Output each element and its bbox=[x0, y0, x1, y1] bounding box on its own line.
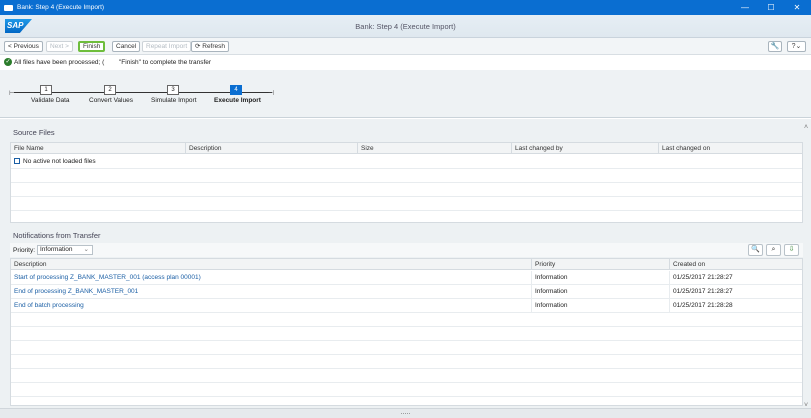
close-button[interactable]: ✕ bbox=[784, 0, 810, 15]
col-last-changed-on[interactable]: Last changed on bbox=[658, 143, 710, 154]
col-size[interactable]: Size bbox=[357, 143, 374, 154]
row-description[interactable]: End of batch processing bbox=[11, 299, 84, 313]
table-row[interactable]: End of batch processing Information 01/2… bbox=[11, 299, 802, 313]
col-file-name[interactable]: File Name bbox=[11, 143, 44, 154]
source-files-table: File Name Description Size Last changed … bbox=[10, 142, 803, 223]
row-created: 01/25/2017 21:28:27 bbox=[669, 271, 733, 285]
table-row bbox=[11, 169, 802, 183]
roadmap-end-icon: ⊣ bbox=[268, 90, 275, 97]
empty-table-text: No active not loaded files bbox=[23, 158, 96, 165]
finish-button[interactable]: Finish bbox=[78, 41, 106, 52]
table-row bbox=[11, 327, 802, 341]
info-icon bbox=[14, 158, 20, 164]
notifications-title: Notifications from Transfer bbox=[13, 231, 101, 240]
row-description[interactable]: Start of processing Z_BANK_MASTER_001 (a… bbox=[11, 271, 201, 285]
cancel-button[interactable]: Cancel bbox=[112, 41, 141, 52]
table-row bbox=[11, 383, 802, 397]
col-created-on[interactable]: Created on bbox=[669, 259, 705, 270]
sap-header: SAP Bank: Step 4 (Execute Import) bbox=[0, 15, 811, 38]
table-row[interactable]: End of processing Z_BANK_MASTER_001 Info… bbox=[11, 285, 802, 299]
table-row bbox=[11, 313, 802, 327]
table-row bbox=[11, 341, 802, 355]
page-title: Bank: Step 4 (Execute Import) bbox=[355, 22, 456, 31]
window-titlebar: Bank: Step 4 (Execute Import) — ☐ ✕ bbox=[0, 0, 811, 15]
search-icon[interactable]: 🔍 bbox=[748, 244, 763, 256]
row-description[interactable]: End of processing Z_BANK_MASTER_001 bbox=[11, 285, 138, 299]
window-title: Bank: Step 4 (Execute Import) bbox=[17, 4, 105, 11]
step-4-label[interactable]: Execute Import bbox=[214, 97, 261, 104]
table-row: No active not loaded files bbox=[11, 155, 802, 169]
row-priority: Information bbox=[531, 285, 568, 299]
source-files-header: File Name Description Size Last changed … bbox=[11, 143, 802, 154]
step-4-box[interactable]: 4 bbox=[230, 85, 242, 95]
step-2-label[interactable]: Convert Values bbox=[89, 97, 133, 104]
step-3-box[interactable]: 3 bbox=[167, 85, 179, 95]
chevron-down-icon: ⌄ bbox=[83, 246, 89, 253]
row-priority: Information bbox=[531, 299, 568, 313]
find-next-icon[interactable]: ⌕ bbox=[766, 244, 781, 256]
resize-handle[interactable]: ..... bbox=[0, 408, 811, 418]
roadmap bbox=[0, 70, 811, 118]
priority-label: Priority: bbox=[13, 247, 36, 254]
priority-value: Information bbox=[40, 246, 73, 253]
source-files-title: Source Files bbox=[13, 128, 55, 137]
table-row bbox=[11, 197, 802, 211]
export-icon[interactable]: ⇩ bbox=[784, 244, 799, 256]
step-3-label[interactable]: Simulate Import bbox=[151, 97, 197, 104]
table-row bbox=[11, 183, 802, 197]
notifications-table: Description Priority Created on Start of… bbox=[10, 258, 803, 406]
row-priority: Information bbox=[531, 271, 568, 285]
repeat-import-button[interactable]: Repeat Import bbox=[142, 41, 192, 52]
table-row bbox=[11, 355, 802, 369]
empty-row-cell: No active not loaded files bbox=[11, 155, 96, 169]
col-description[interactable]: Description bbox=[11, 259, 47, 270]
row-created: 01/25/2017 21:28:28 bbox=[669, 299, 733, 313]
previous-button[interactable]: < Previous bbox=[4, 41, 43, 52]
refresh-button[interactable]: ⟳ Refresh bbox=[191, 41, 230, 52]
notifications-header: Description Priority Created on bbox=[11, 259, 802, 270]
toolbar: < Previous Next > Finish Cancel Repeat I… bbox=[0, 38, 811, 55]
success-check-icon: ✓ bbox=[4, 58, 12, 66]
col-description[interactable]: Description bbox=[185, 143, 222, 154]
notifications-filterbar: Priority: Information ⌄ 🔍 ⌕ ⇩ bbox=[10, 243, 803, 257]
maximize-button[interactable]: ☐ bbox=[758, 0, 784, 15]
table-row bbox=[11, 369, 802, 383]
step-1-box[interactable]: 1 bbox=[40, 85, 52, 95]
roadmap-start-icon: ⊢ bbox=[9, 90, 16, 97]
step-2-box[interactable]: 2 bbox=[104, 85, 116, 95]
priority-select[interactable]: Information ⌄ bbox=[37, 245, 93, 255]
status-message-part1: All files have been processed; ( bbox=[14, 59, 105, 66]
help-icon[interactable]: ?⌄ bbox=[787, 41, 806, 52]
table-row[interactable]: Start of processing Z_BANK_MASTER_001 (a… bbox=[11, 271, 802, 285]
app-icon bbox=[4, 4, 13, 11]
step-1-label[interactable]: Validate Data bbox=[31, 97, 70, 104]
minimize-button[interactable]: — bbox=[732, 0, 758, 15]
col-priority[interactable]: Priority bbox=[531, 259, 555, 270]
status-message-part2: "Finish" to complete the transfer bbox=[119, 59, 212, 66]
col-last-changed-by[interactable]: Last changed by bbox=[511, 143, 563, 154]
settings-wrench-icon[interactable]: 🔧 bbox=[768, 41, 782, 52]
next-button[interactable]: Next > bbox=[46, 41, 73, 52]
scroll-up-icon[interactable]: ˄ bbox=[804, 124, 808, 131]
row-created: 01/25/2017 21:28:27 bbox=[669, 285, 733, 299]
